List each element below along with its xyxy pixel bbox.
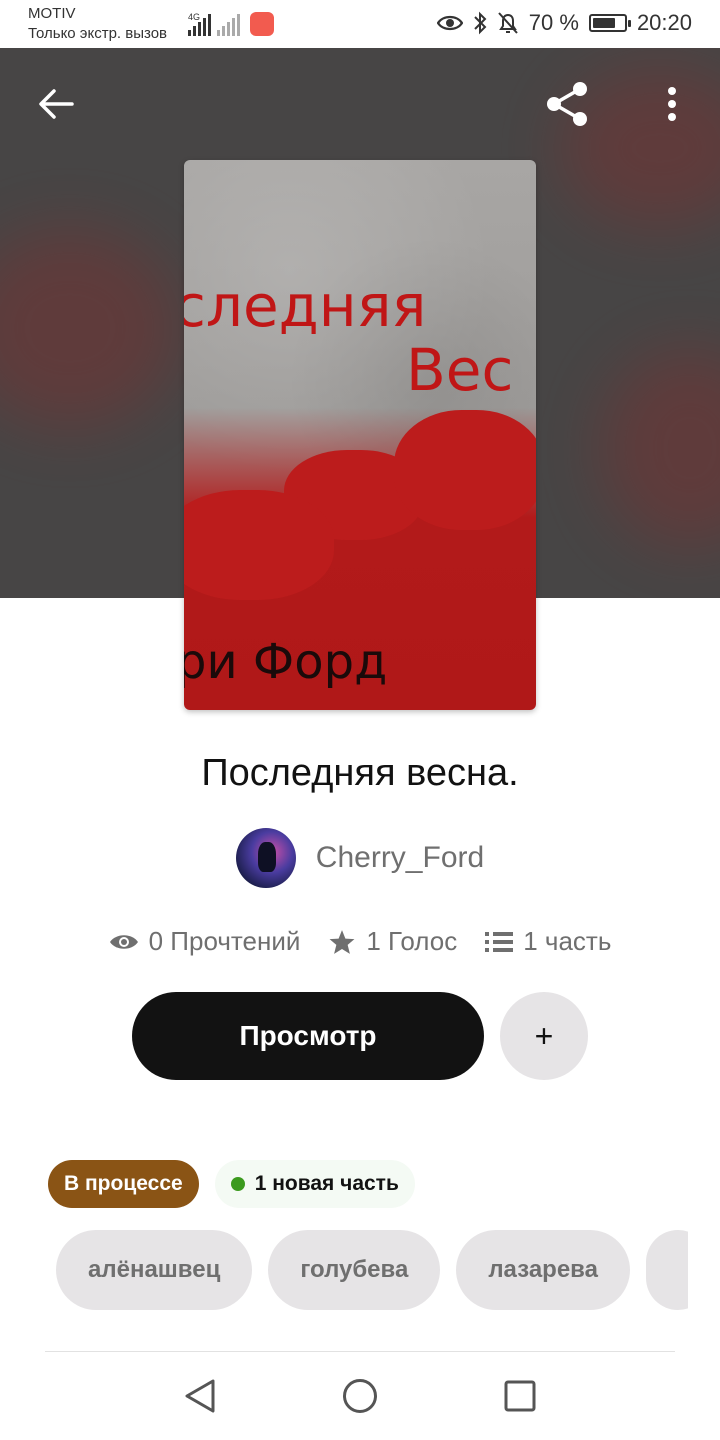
cover-title-line1: следняя — [184, 272, 427, 340]
triangle-back-icon — [185, 1379, 215, 1413]
new-dot-icon — [230, 1177, 245, 1191]
new-parts-label: 1 новая часть — [254, 1172, 399, 1195]
bluetooth-icon — [474, 11, 487, 35]
system-nav-bar — [0, 1352, 720, 1440]
add-to-library-button[interactable]: + — [500, 992, 588, 1080]
arrow-left-icon — [39, 89, 74, 119]
nav-recents-button[interactable] — [495, 1371, 545, 1421]
back-button[interactable] — [28, 76, 84, 132]
share-icon — [547, 82, 587, 126]
nav-back-button[interactable] — [175, 1371, 225, 1421]
status-right: 70 % 20:20 — [436, 10, 692, 36]
tag-chip[interactable] — [645, 1230, 688, 1310]
circle-home-icon — [343, 1379, 377, 1413]
more-vertical-icon — [668, 87, 676, 121]
cover-title-line2: Вес — [406, 336, 514, 404]
signal-sim2-icon — [217, 14, 240, 36]
tag-chip[interactable]: лазарева — [456, 1230, 630, 1310]
parts-count: 1 часть — [523, 926, 612, 956]
eye-comfort-icon — [436, 15, 463, 31]
more-options-button[interactable] — [644, 76, 700, 132]
author-name[interactable]: Cherry_Ford — [316, 841, 484, 875]
square-recents-icon — [504, 1380, 536, 1412]
list-icon — [485, 931, 514, 952]
avatar[interactable] — [235, 828, 296, 888]
status-bar: MOTIV Только экстр. вызов 4G 70 % 20:20 — [0, 0, 720, 48]
cover-author-line: ри Форд — [184, 634, 388, 690]
tag-list: алёнашвец голубева лазарева — [56, 1230, 688, 1312]
story-title: Последняя весна. — [201, 752, 519, 794]
share-button[interactable] — [539, 76, 595, 132]
new-parts-badge: 1 новая часть — [214, 1160, 415, 1208]
author-row[interactable]: Cherry_Ford — [0, 828, 720, 888]
story-cover[interactable]: следняя Вес ри Форд — [184, 160, 536, 710]
tag-chip[interactable]: алёнашвец — [56, 1230, 253, 1310]
eye-icon — [109, 934, 138, 949]
votes-stat: 1 Голос — [328, 926, 457, 957]
votes-count: 1 Голос — [366, 926, 458, 956]
signal-indicators: 4G — [188, 12, 274, 36]
story-stats: 0 Прочтений 1 Голос 1 часть — [0, 926, 720, 957]
reads-count: 0 Прочтений — [148, 926, 301, 956]
read-button[interactable]: Просмотр — [132, 992, 484, 1080]
nav-home-button[interactable] — [335, 1371, 385, 1421]
star-icon — [329, 929, 355, 954]
app-notification-icon — [250, 12, 274, 36]
carrier-name: MOTIV — [28, 5, 76, 22]
battery-icon — [588, 14, 631, 32]
network-type: 4G — [188, 12, 201, 22]
clock: 20:20 — [636, 10, 692, 35]
parts-stat: 1 часть — [485, 926, 611, 957]
battery-percent: 70 % — [528, 10, 579, 35]
story-actions: Просмотр + — [132, 992, 588, 1080]
reads-stat: 0 Прочтений — [109, 926, 301, 957]
carrier-info: MOTIV Только экстр. вызов — [28, 4, 167, 44]
story-badges: В процессе 1 новая часть — [48, 1160, 415, 1208]
bell-off-icon — [498, 12, 518, 34]
status-badge: В процессе — [48, 1160, 199, 1208]
tag-chip[interactable]: голубева — [268, 1230, 441, 1310]
carrier-status: Только экстр. вызов — [28, 25, 168, 42]
